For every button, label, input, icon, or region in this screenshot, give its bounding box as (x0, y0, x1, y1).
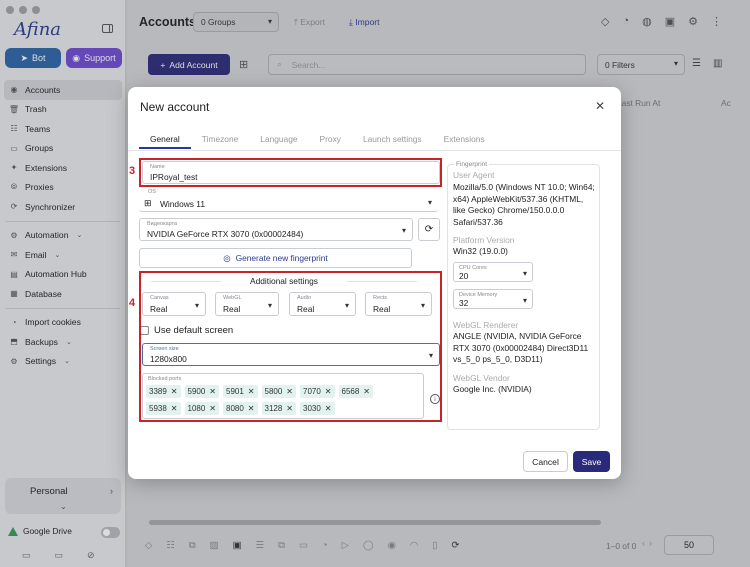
tab-extensions[interactable]: Extensions (433, 129, 496, 149)
tab-proxy[interactable]: Proxy (309, 129, 352, 149)
fingerprint-panel: Fingerprint User Agent Mozilla/5.0 (Wind… (447, 161, 600, 430)
device-memory-value: 32 (459, 298, 469, 308)
chevron-down-icon: ▾ (522, 269, 527, 278)
webgl-renderer-label: WebGL Renderer (453, 320, 519, 330)
dialog-tabs: General Timezone Language Proxy Launch s… (139, 129, 496, 149)
os-select[interactable]: OS ⊞ Windows 11 ▾ (139, 189, 438, 212)
fingerprint-icon: ◎ (223, 253, 231, 263)
gpu-select[interactable]: Видеокарта NVIDIA GeForce RTX 3070 (0x00… (139, 218, 413, 241)
fingerprint-title: Fingerprint (454, 161, 490, 168)
tab-launch-settings[interactable]: Launch settings (352, 129, 433, 149)
tab-language[interactable]: Language (249, 129, 308, 149)
generate-fingerprint-button[interactable]: ◎ Generate new fingerprint (139, 248, 412, 268)
platform-label: Platform Version (453, 235, 515, 245)
chevron-down-icon: ▾ (522, 296, 527, 305)
generate-label: Generate new fingerprint (235, 253, 328, 263)
highlight-box-4 (139, 271, 442, 422)
refresh-gpu-button[interactable]: ⟳ (418, 218, 440, 241)
os-value: Windows 11 (160, 199, 205, 209)
os-label: OS (148, 189, 156, 195)
highlight-box-3 (139, 158, 442, 187)
user-agent-value: Mozilla/5.0 (Windows NT 10.0; Win64; x64… (453, 182, 595, 227)
platform-value: Win32 (19.0.0) (453, 246, 508, 256)
close-icon[interactable]: ✕ (595, 99, 605, 113)
cpu-cores-select[interactable]: CPU Cores 20 ▾ (453, 262, 533, 282)
save-button[interactable]: Save (573, 451, 610, 472)
device-memory-select[interactable]: Device Memory 32 ▾ (453, 289, 533, 309)
chevron-down-icon: ▾ (401, 226, 406, 235)
dialog-title: New account (140, 100, 210, 114)
step-marker-4: 4 (129, 297, 136, 309)
refresh-icon: ⟳ (424, 224, 434, 235)
new-account-dialog: New account ✕ General Timezone Language … (128, 87, 621, 479)
cpu-cores-value: 20 (459, 271, 469, 281)
tabs-divider (128, 150, 621, 151)
cancel-button[interactable]: Cancel (523, 451, 568, 472)
tab-general[interactable]: General (139, 129, 191, 149)
gpu-value: NVIDIA GeForce RTX 3070 (0x00002484) (147, 229, 304, 239)
webgl-renderer-value: ANGLE (NVIDIA, NVIDIA GeForce RTX 3070 (… (453, 331, 589, 364)
windows-icon: ⊞ (144, 198, 152, 208)
gpu-label: Видеокарта (147, 221, 178, 227)
user-agent-label: User Agent (453, 170, 495, 180)
webgl-vendor-label: WebGL Vendor (453, 373, 510, 383)
step-marker-3: 3 (129, 165, 136, 177)
chevron-down-icon: ▾ (427, 198, 432, 207)
tab-timezone[interactable]: Timezone (191, 129, 249, 149)
webgl-vendor-value: Google Inc. (NVIDIA) (453, 384, 532, 394)
